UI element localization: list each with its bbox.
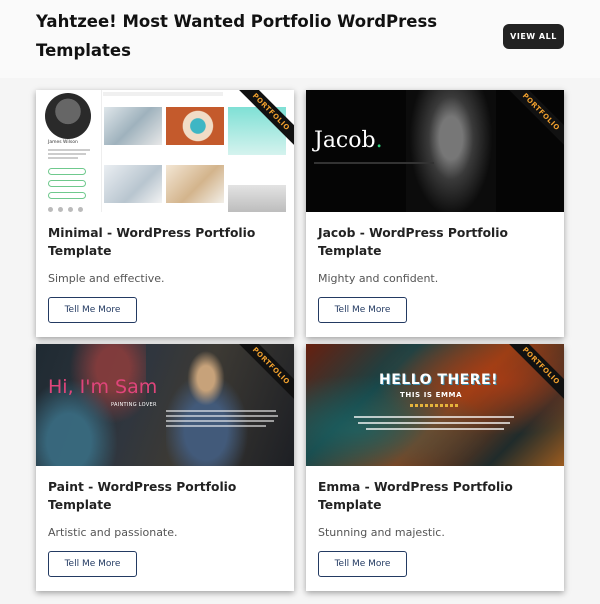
template-thumbnail-emma[interactable]: HELLO THERE! THIS IS EMMA PORTFOLIO [306,344,564,466]
emma-subline: THIS IS EMMA [400,391,463,399]
template-thumbnail-paint[interactable]: Hi, I'm Sam PAINTING LOVER PORTFOLIO [36,344,294,466]
template-card-minimal: James Wilson PORTFOLIO Minimal - WordPre… [36,90,294,337]
paint-subline: PAINTING LOVER [111,402,157,408]
card-description: Artistic and passionate. [48,526,178,539]
page-header: Yahtzee! Most Wanted Portfolio WordPress… [0,0,600,78]
card-description: Simple and effective. [48,272,165,285]
card-description: Stunning and majestic. [318,526,445,539]
tell-me-more-button[interactable]: Tell Me More [48,297,137,323]
page-title: Yahtzee! Most Wanted Portfolio WordPress… [36,12,438,60]
tell-me-more-button[interactable]: Tell Me More [318,551,407,577]
card-title[interactable]: Paint - WordPress Portfolio Template [48,478,282,514]
portrait-image [406,90,496,212]
tell-me-more-button[interactable]: Tell Me More [48,551,137,577]
card-description: Mighty and confident. [318,272,439,285]
card-title[interactable]: Emma - WordPress Portfolio Template [318,478,552,514]
template-thumbnail-minimal[interactable]: James Wilson PORTFOLIO [36,90,294,212]
emma-headline: HELLO THERE! [379,372,498,388]
template-thumbnail-jacob[interactable]: Jacob. PORTFOLIO [306,90,564,212]
tell-me-more-button[interactable]: Tell Me More [318,297,407,323]
template-card-paint: Hi, I'm Sam PAINTING LOVER PORTFOLIO Pai… [36,344,294,591]
avatar [45,93,91,139]
jacob-logo: Jacob. [314,128,383,153]
paint-headline: Hi, I'm Sam [48,376,158,398]
template-card-emma: HELLO THERE! THIS IS EMMA PORTFOLIO Emma… [306,344,564,591]
preview-name: James Wilson [48,140,78,145]
preview-sidebar: James Wilson [36,90,102,212]
view-all-button[interactable]: VIEW ALL [503,24,564,49]
portfolio-ribbon: PORTFOLIO [504,90,564,149]
template-card-jacob: Jacob. PORTFOLIO Jacob - WordPress Portf… [306,90,564,337]
card-title[interactable]: Jacob - WordPress Portfolio Template [318,224,552,260]
painter-image [166,349,266,466]
card-title[interactable]: Minimal - WordPress Portfolio Template [48,224,282,260]
